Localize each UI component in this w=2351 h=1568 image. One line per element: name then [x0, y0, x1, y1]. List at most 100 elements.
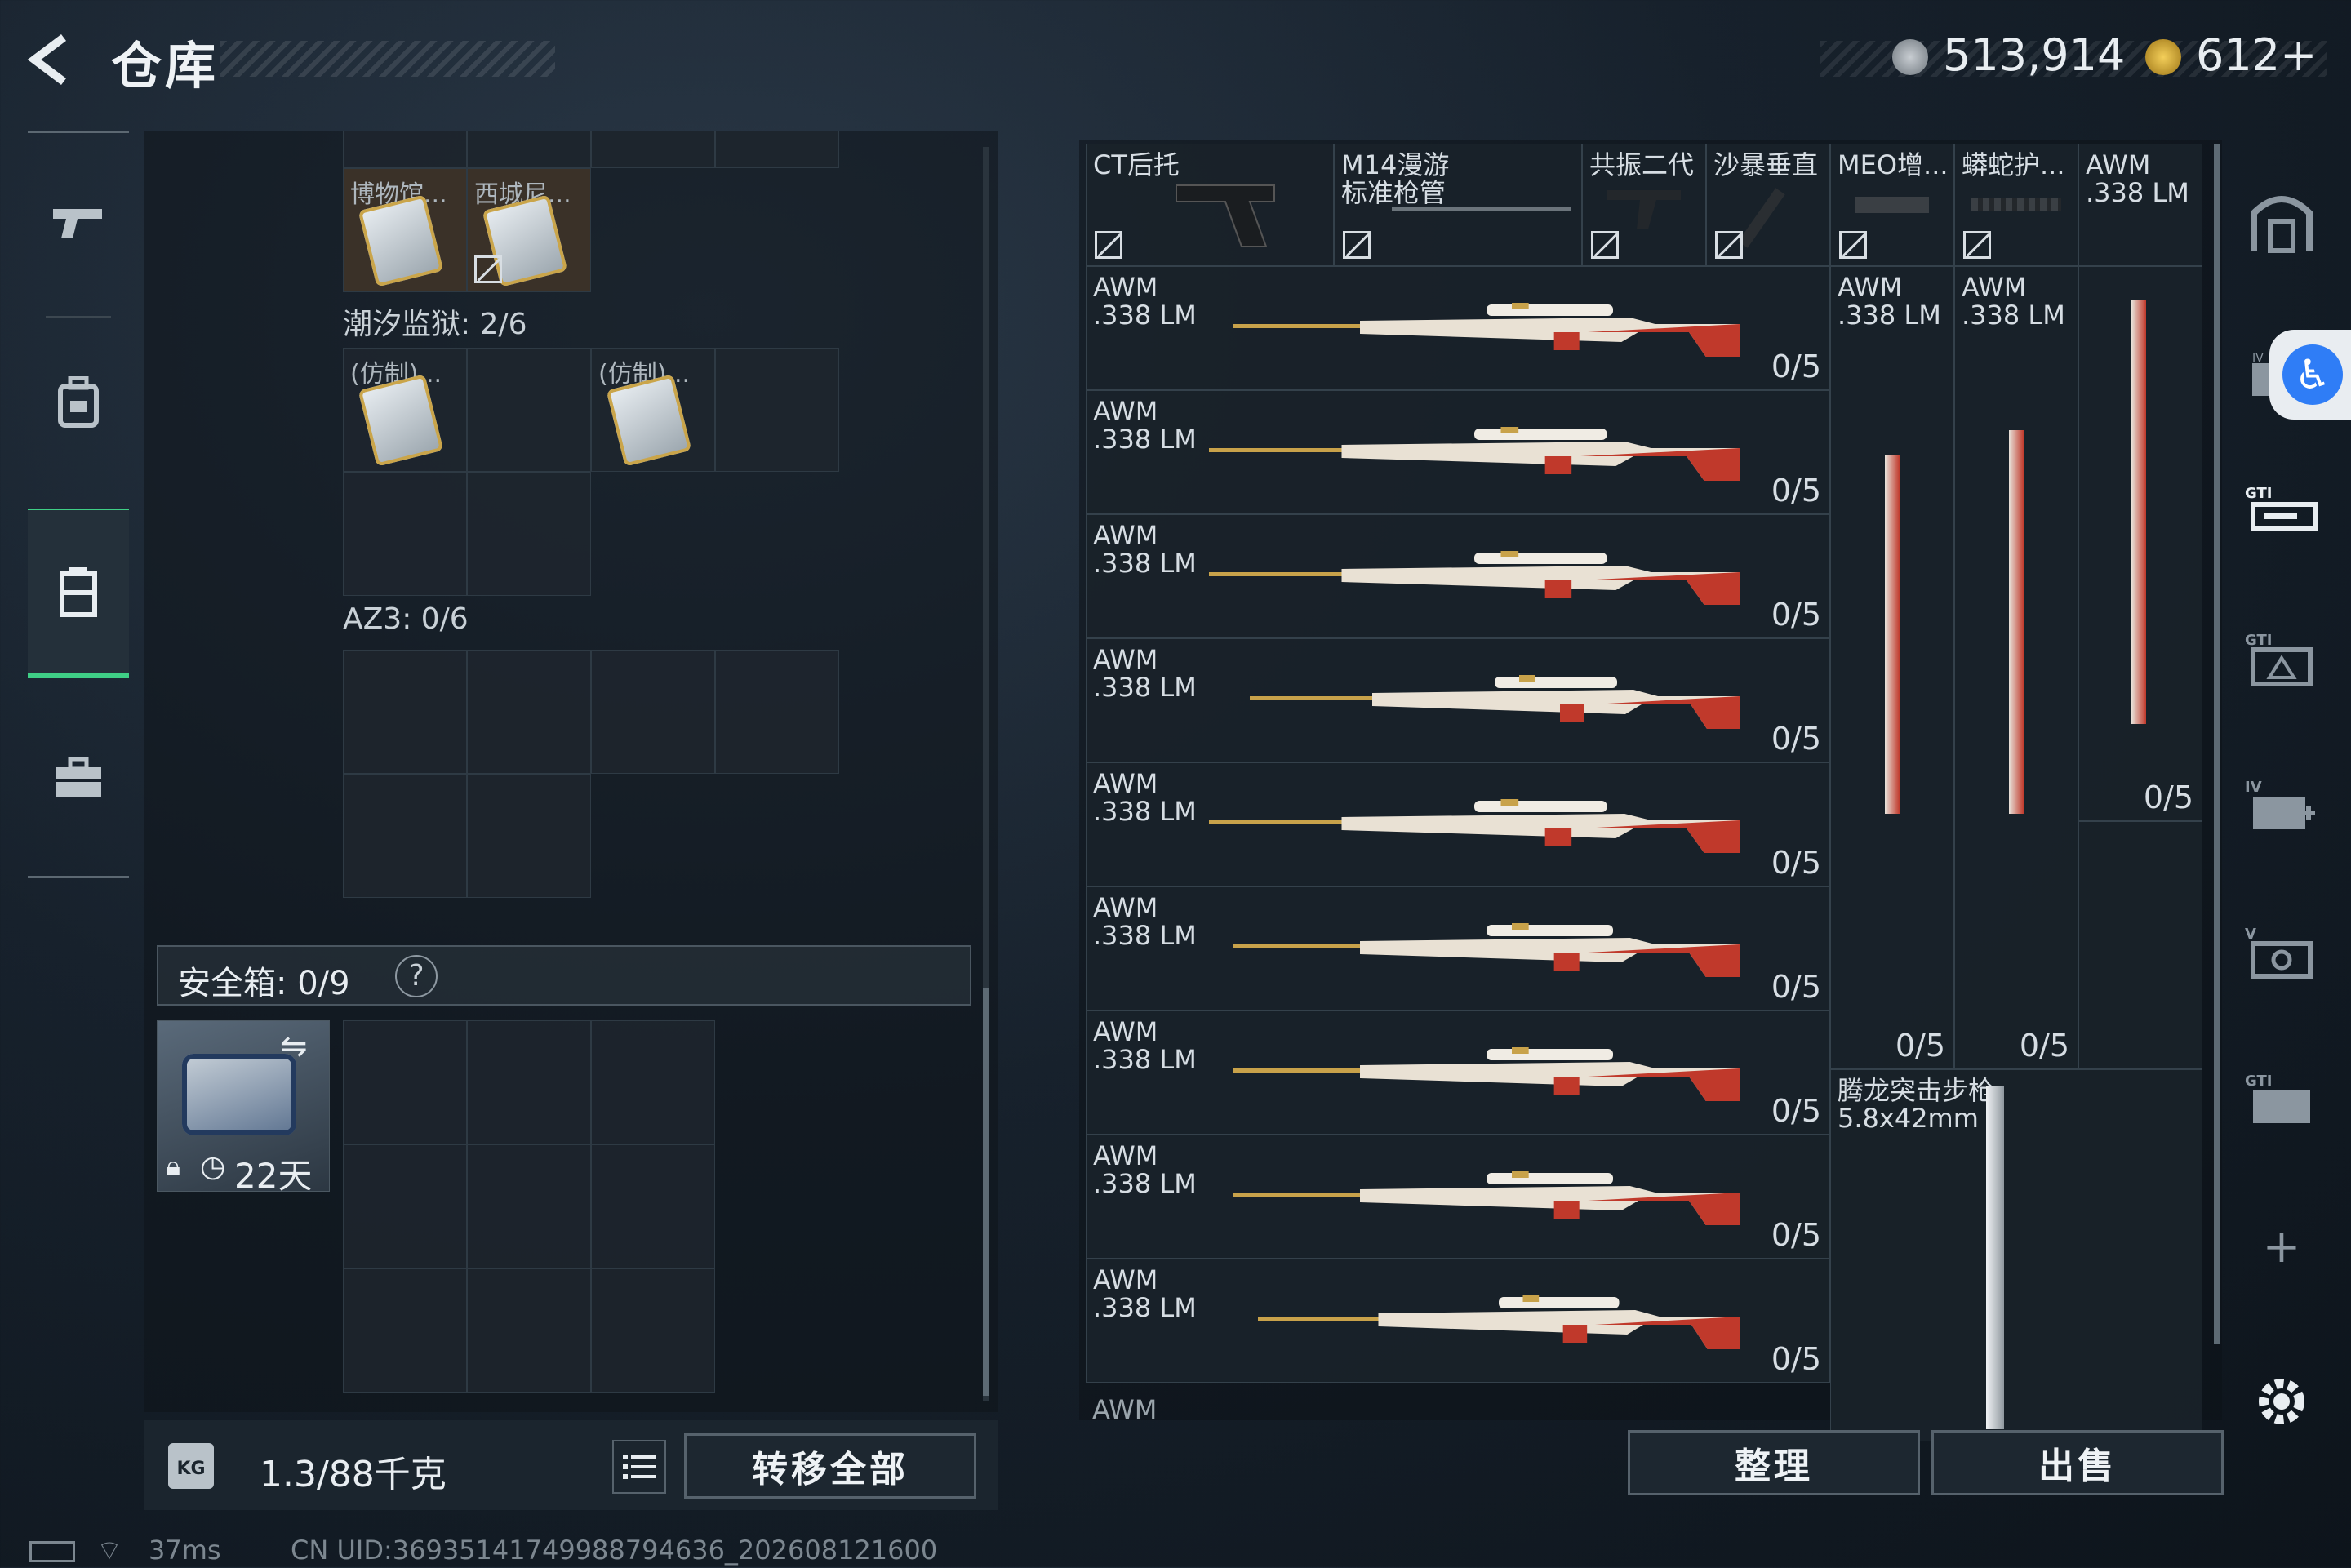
ping-value: 37ms	[149, 1535, 221, 1566]
organize-button[interactable]: 整理	[1628, 1430, 1920, 1495]
settings-button[interactable]	[2245, 1365, 2318, 1438]
keycard-item[interactable]: 博物馆...	[343, 168, 467, 292]
weapon-count: 0/5	[1771, 349, 1821, 384]
grid-cell[interactable]	[467, 1268, 591, 1393]
medkit-case-button[interactable]: IV	[2245, 769, 2318, 842]
weapon-item-awm[interactable]: AWM .338 LM 0/5	[1086, 638, 1830, 762]
silver-coin-icon	[1892, 39, 1928, 75]
grid-cell[interactable]	[343, 1268, 467, 1393]
grid-cell[interactable]	[467, 1020, 591, 1144]
grid-cell[interactable]	[2078, 821, 2202, 1069]
storage-room-button[interactable]	[2245, 184, 2318, 258]
rail-weapons-button[interactable]	[28, 141, 129, 304]
weapon-item[interactable]: AWM .338 LM	[2078, 144, 2202, 266]
lock-icon: 🔒︎	[166, 1150, 181, 1183]
weapon-item-assault-rifle[interactable]: 腾龙突击步枪 5.8x42mm	[1830, 1069, 2202, 1441]
rail-briefcase-button[interactable]	[28, 696, 129, 860]
scrollbar-thumb[interactable]	[983, 988, 989, 1396]
weapon-item-awm[interactable]: AWM .338 LM 0/5	[1086, 1135, 1830, 1259]
weapon-count: 0/5	[1771, 1217, 1821, 1253]
no-insure-icon	[1343, 231, 1371, 259]
section-label: 潮汐监狱: 2/6	[343, 308, 527, 341]
safe-box-item[interactable]: ⇋ 🔒︎ ◷ 22天	[157, 1020, 330, 1196]
weapon-label: AWM .338 LM	[1093, 1264, 1197, 1323]
accessibility-button[interactable]: ♿︎	[2269, 330, 2351, 420]
svg-text:GTI: GTI	[2245, 1073, 2272, 1090]
currency-silver-value: 513,914	[1943, 29, 2126, 81]
transfer-all-button[interactable]: 转移全部	[684, 1433, 976, 1499]
grid-cell[interactable]	[467, 1144, 591, 1268]
gti-key-case-button[interactable]: GTI	[2245, 1063, 2318, 1136]
weapon-item-awm[interactable]: AWM .338 LM 0/5	[1086, 266, 1830, 390]
awm-rifle-icon	[1258, 1292, 1740, 1351]
grid-cell[interactable]	[343, 650, 467, 774]
attachment-item[interactable]: MEO增...	[1830, 144, 1954, 266]
category-rail	[28, 131, 129, 878]
weapon-item-awm[interactable]: AWM .338 LM 0/5	[1086, 762, 1830, 886]
attachment-item[interactable]: M14漫游 标准枪管	[1334, 144, 1582, 266]
weapon-item-awm[interactable]: AWM .338 LM 0/5	[1086, 886, 1830, 1011]
weapon-label: AWM .338 LM	[1093, 520, 1197, 579]
grid-cell[interactable]	[591, 650, 715, 774]
vest-icon	[60, 567, 97, 617]
grid-cell[interactable]	[343, 131, 467, 168]
awm-rifle-icon	[1209, 796, 1740, 855]
scrollbar-thumb[interactable]	[2214, 144, 2220, 1344]
grid-cell[interactable]	[467, 348, 591, 472]
no-insure-icon	[1963, 231, 1991, 259]
grid-cell[interactable]	[591, 1144, 715, 1268]
back-button[interactable]	[24, 31, 82, 88]
weapon-item-awm[interactable]: AWM .338 LM 0/5	[1086, 514, 1830, 638]
grid-cell[interactable]	[715, 131, 839, 168]
weapon-count: 0/5	[1771, 969, 1821, 1005]
grid-cell[interactable]	[467, 650, 591, 774]
grid-cell[interactable]	[343, 472, 467, 596]
keycard-item[interactable]: (仿制)...	[591, 348, 715, 472]
grid-cell[interactable]	[343, 1020, 467, 1144]
rail-backpack-button[interactable]	[28, 321, 129, 484]
weapon-item-awm[interactable]: AWM .338 LM 0/5	[1086, 1011, 1830, 1135]
weapon-count: 0/5	[1771, 473, 1821, 509]
help-button[interactable]: ?	[395, 955, 438, 997]
weapon-item-awm-vertical[interactable]: AWM .338 LM 0/5	[1954, 266, 2078, 1069]
sell-button[interactable]: 出售	[1931, 1430, 2224, 1495]
grid-cell[interactable]	[343, 774, 467, 898]
grid-cell[interactable]	[467, 472, 591, 596]
weapon-count: 0/5	[1771, 1341, 1821, 1377]
rail-vest-button[interactable]	[28, 509, 129, 678]
battery-icon	[29, 1541, 75, 1562]
attachment-item[interactable]: 沙暴垂直	[1706, 144, 1830, 266]
weapon-item-awm[interactable]: AWM .338 LM 0/5	[1086, 1259, 1830, 1383]
attachment-item[interactable]: 共振二代	[1582, 144, 1706, 266]
svg-text:GTI: GTI	[2245, 485, 2272, 502]
plus-icon: +	[2262, 1219, 2301, 1273]
grid-cell[interactable]	[467, 774, 591, 898]
gti-case-button-active[interactable]: GTI	[2245, 475, 2318, 549]
grid-cell[interactable]	[715, 650, 839, 774]
currency-gold-value[interactable]: 612+	[2196, 29, 2317, 81]
grid-cell[interactable]	[715, 348, 839, 472]
add-case-button[interactable]: +	[2245, 1210, 2318, 1283]
weapon-item-awm-vertical[interactable]: 0/5	[2078, 266, 2202, 821]
grid-cell[interactable]	[591, 1268, 715, 1393]
ammo-case-button[interactable]: V	[2245, 916, 2318, 989]
grid-cell[interactable]	[591, 1020, 715, 1144]
weapon-item-awm[interactable]: AWM .338 LM 0/5	[1086, 390, 1830, 514]
keycard-item[interactable]: (仿制)...	[343, 348, 467, 472]
keycard-item[interactable]: 西城尼...	[467, 168, 591, 292]
attachment-item[interactable]: 蟒蛇护...	[1954, 144, 2078, 266]
grid-cell[interactable]	[467, 131, 591, 168]
weight-value: 1.3/88千克	[260, 1454, 447, 1495]
grid-cell[interactable]	[591, 131, 715, 168]
svg-text:V: V	[2245, 926, 2256, 943]
list-view-button[interactable]	[612, 1440, 666, 1494]
grid-cell[interactable]	[343, 1144, 467, 1268]
attachment-item[interactable]: CT后托	[1086, 144, 1334, 266]
storage-room-icon	[2251, 196, 2313, 253]
safe-box-label: 安全箱: 0/9	[178, 965, 350, 1002]
awm-rifle-icon	[1209, 424, 1740, 482]
awm-rifle-icon	[2131, 300, 2146, 724]
weapon-item-awm-vertical[interactable]: AWM .338 LM 0/5	[1830, 266, 1954, 1069]
assault-rifle-icon	[1986, 1086, 2004, 1429]
gti-medical-case-button[interactable]: GTI	[2245, 622, 2318, 695]
